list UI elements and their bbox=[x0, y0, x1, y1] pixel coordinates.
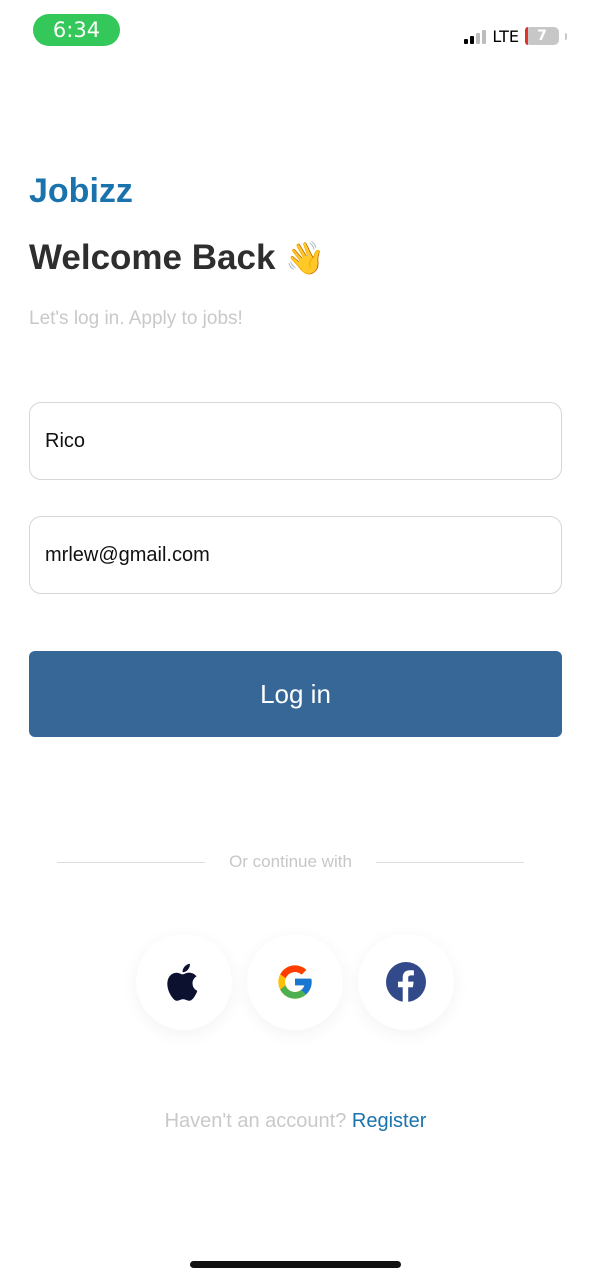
battery-tip bbox=[565, 32, 567, 40]
register-row: Haven't an account? Register bbox=[0, 1110, 591, 1133]
facebook-icon bbox=[386, 962, 426, 1002]
home-indicator[interactable] bbox=[190, 1261, 401, 1268]
apple-login-button[interactable] bbox=[136, 934, 232, 1030]
divider-line-left bbox=[57, 861, 206, 863]
google-login-button[interactable] bbox=[247, 934, 343, 1030]
google-icon bbox=[278, 965, 312, 999]
waving-hand-icon: 👋 bbox=[285, 240, 326, 276]
divider-text: Or continue with bbox=[229, 852, 352, 871]
apple-icon bbox=[167, 963, 198, 1001]
divider-line-right bbox=[375, 861, 524, 863]
facebook-login-button[interactable] bbox=[358, 934, 454, 1030]
welcome-title: Welcome Back bbox=[29, 238, 276, 277]
email-input[interactable] bbox=[45, 543, 546, 567]
register-prompt: Haven't an account? bbox=[164, 1110, 347, 1132]
page-title: Welcome Back 👋 bbox=[29, 238, 325, 278]
status-indicators: LTE 7 bbox=[464, 24, 567, 48]
name-field[interactable] bbox=[29, 402, 562, 480]
battery-icon: 7 bbox=[525, 27, 559, 45]
network-type: LTE bbox=[492, 26, 519, 46]
status-time: 6:34 bbox=[33, 14, 120, 46]
name-input[interactable] bbox=[45, 429, 546, 453]
page-subtitle: Let's log in. Apply to jobs! bbox=[29, 308, 243, 329]
brand-logo: Jobizz bbox=[29, 172, 133, 210]
signal-icon bbox=[464, 28, 487, 44]
login-button[interactable]: Log in bbox=[29, 651, 562, 737]
register-link[interactable]: Register bbox=[352, 1110, 426, 1132]
social-divider: Or continue with bbox=[57, 850, 524, 874]
battery-level: 7 bbox=[537, 28, 547, 44]
email-field[interactable] bbox=[29, 516, 562, 594]
